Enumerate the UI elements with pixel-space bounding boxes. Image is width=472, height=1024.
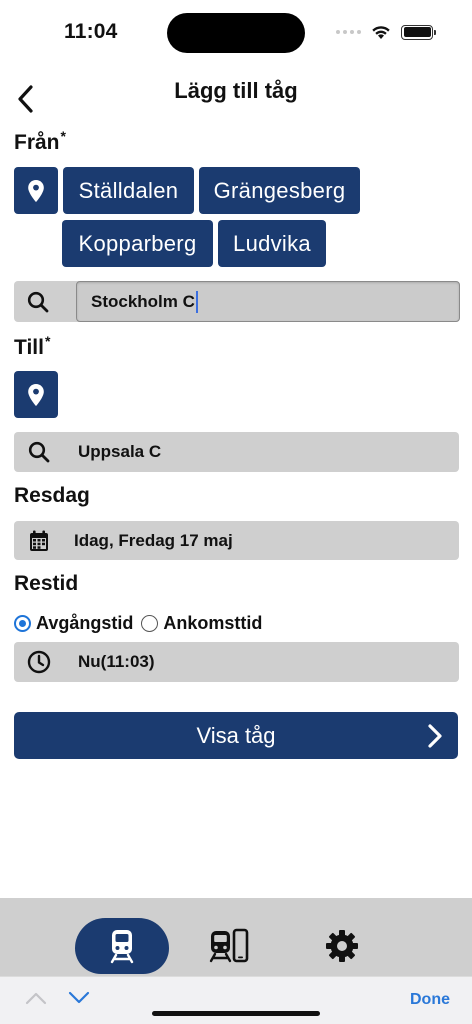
search-icon [27, 291, 49, 312]
to-search-field[interactable]: Uppsala C [14, 432, 459, 472]
train-phone-icon [209, 928, 249, 963]
wifi-icon [372, 25, 390, 39]
time-mode-radio-group: Avgångstid Ankomsttid [14, 611, 270, 635]
tab-bar [0, 898, 472, 976]
location-pin-icon [28, 383, 44, 406]
chevron-up-icon[interactable] [25, 991, 47, 1005]
clock-icon-wrap [14, 650, 64, 674]
from-chip-grangesberg[interactable]: Grängesberg [199, 167, 360, 214]
show-trains-button[interactable]: Visa tåg [14, 712, 458, 759]
dynamic-island [167, 13, 305, 53]
done-button[interactable]: Done [410, 991, 450, 1009]
to-label: Till* [14, 333, 50, 360]
to-search-icon-wrap [14, 441, 64, 463]
travel-time-value: Nu(11:03) [78, 652, 155, 671]
status-bar: 11:04 [0, 0, 472, 64]
arrival-radio-label[interactable]: Ankomsttid [163, 613, 262, 634]
tab-settings[interactable] [315, 918, 369, 974]
cellular-signal-icon [336, 30, 361, 34]
required-mark: * [60, 128, 66, 144]
tab-my-trains[interactable] [200, 918, 256, 974]
chevron-right-icon [428, 724, 442, 748]
to-search-value: Uppsala C [78, 442, 162, 461]
settings-gear-icon [326, 930, 358, 962]
from-chip-stalldalen[interactable]: Ställdalen [63, 167, 194, 214]
status-time: 11:04 [64, 20, 118, 43]
to-label-text: Till [14, 336, 44, 359]
show-trains-label: Visa tåg [196, 722, 276, 748]
from-label-text: Från [14, 131, 60, 154]
search-icon [28, 441, 50, 463]
travel-day-value: Idag, Fredag 17 maj [74, 530, 233, 550]
departure-radio-label[interactable]: Avgångstid [36, 613, 133, 634]
keyboard-accessory-bar: Done [0, 976, 472, 1024]
status-icons [336, 22, 436, 42]
location-pin-icon [28, 179, 44, 202]
arrival-radio[interactable] [141, 614, 159, 632]
departure-radio[interactable] [14, 614, 31, 632]
to-location-button[interactable] [14, 371, 58, 418]
home-indicator [152, 1011, 320, 1016]
calendar-icon-wrap [14, 530, 64, 552]
travel-time-label: Restid [14, 572, 79, 595]
from-label: Från* [14, 128, 66, 155]
travel-day-field[interactable]: Idag, Fredag 17 maj [14, 521, 459, 560]
page-title: Lägg till tåg [174, 78, 298, 103]
from-search-icon-wrap [14, 281, 62, 322]
from-search-value: Stockholm C [91, 291, 195, 311]
travel-time-field[interactable]: Nu(11:03) [14, 642, 459, 682]
required-mark: * [44, 333, 51, 349]
calendar-icon [30, 530, 48, 551]
from-location-button[interactable] [14, 167, 58, 214]
text-caret [195, 290, 198, 313]
battery-icon [401, 24, 436, 40]
tab-trains[interactable] [75, 918, 169, 974]
from-chip-kopparberg[interactable]: Kopparberg [62, 220, 213, 267]
chevron-down-icon[interactable] [68, 991, 90, 1005]
clock-icon [27, 650, 51, 674]
from-chip-ludvika[interactable]: Ludvika [218, 220, 326, 267]
train-icon [110, 930, 134, 964]
travel-day-label: Resdag [14, 484, 90, 507]
from-search-input[interactable]: Stockholm C [76, 281, 460, 322]
from-search-field: Stockholm C [14, 281, 460, 322]
